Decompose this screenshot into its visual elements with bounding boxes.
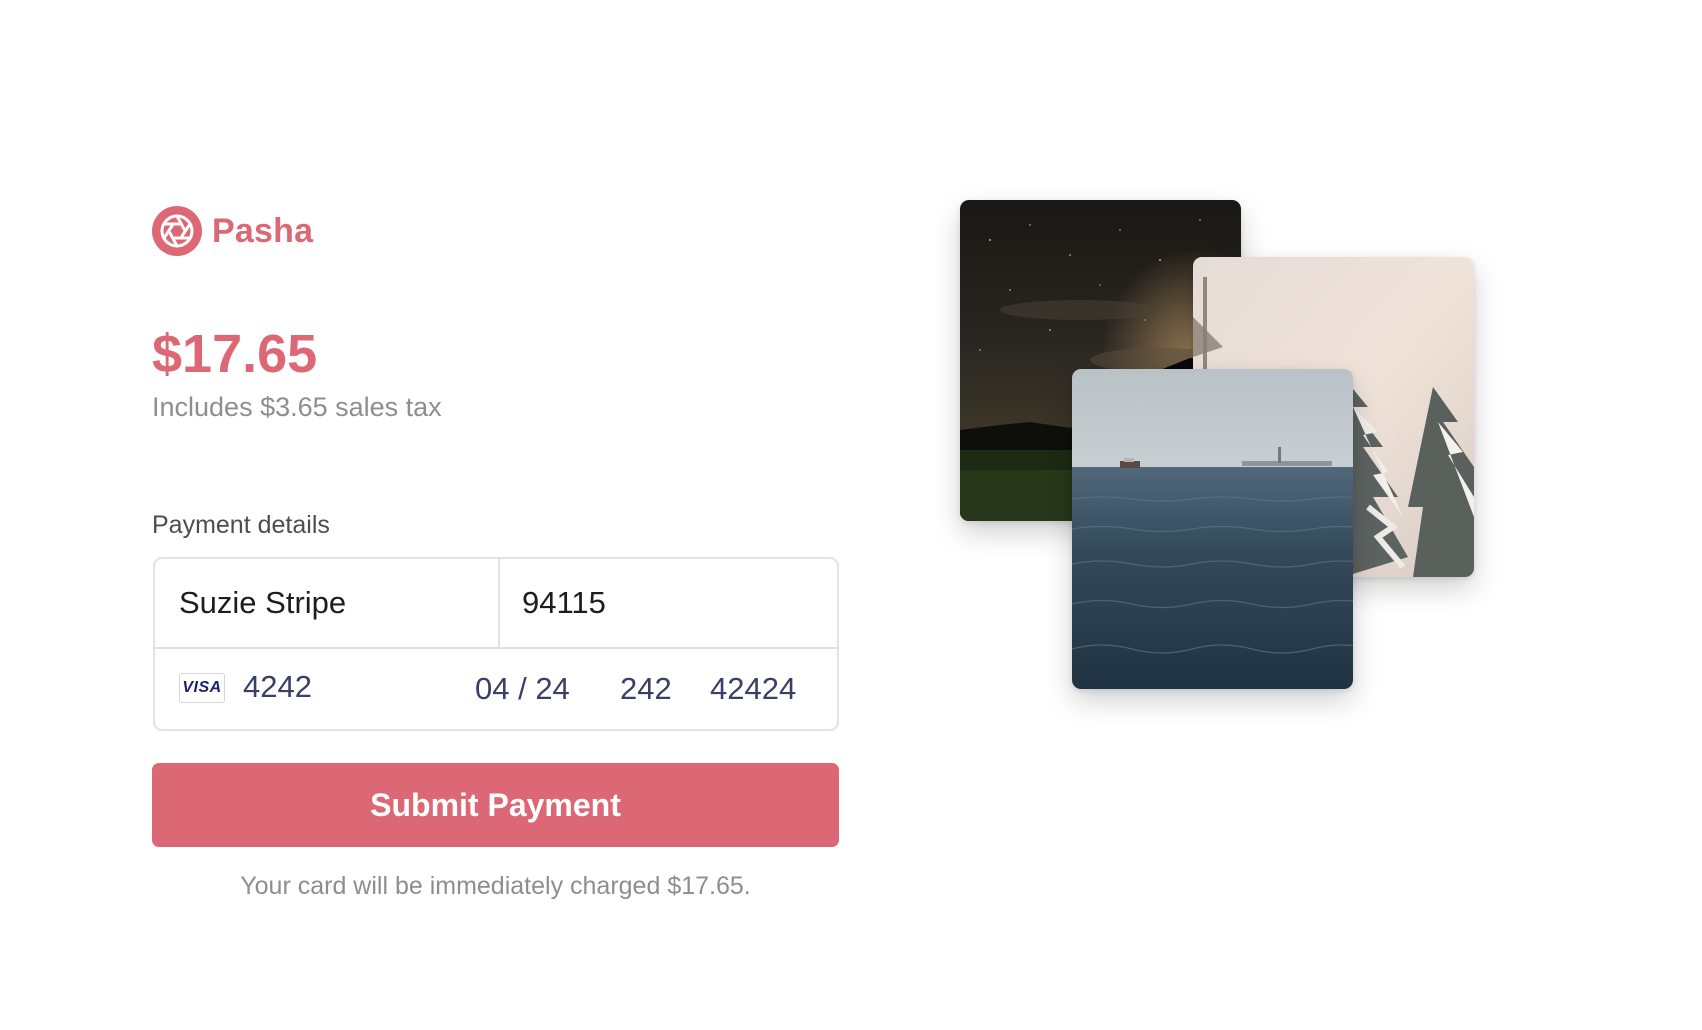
charge-note: Your card will be immediately charged $1… <box>240 872 751 900</box>
total-amount: $17.65 <box>152 324 318 384</box>
cardholder-name-field[interactable]: Suzie Stripe <box>179 585 346 621</box>
submit-payment-button[interactable]: Submit Payment <box>152 763 839 847</box>
billing-zip-field[interactable]: 94115 <box>522 585 606 621</box>
brand: Pasha <box>152 206 313 256</box>
field-divider <box>498 559 500 647</box>
checkout-page: Pasha $17.65 Includes $3.65 sales tax Pa… <box>0 0 1702 1030</box>
visa-card-icon: VISA <box>179 673 225 703</box>
aperture-icon <box>152 206 202 256</box>
card-cvc-field[interactable]: 242 <box>620 671 672 707</box>
payment-form: Suzie Stripe 94115 VISA 4242 04 / 24 242… <box>153 557 839 731</box>
tax-note: Includes $3.65 sales tax <box>152 392 442 422</box>
payment-details-label: Payment details <box>152 511 330 539</box>
card-number-field[interactable]: 4242 <box>243 669 312 705</box>
card-row[interactable]: VISA 4242 04 / 24 242 42424 <box>155 649 837 729</box>
brand-name: Pasha <box>212 211 314 250</box>
billing-row: Suzie Stripe 94115 <box>155 559 837 649</box>
card-postal-field[interactable]: 42424 <box>710 671 796 707</box>
card-expiry-field[interactable]: 04 / 24 <box>475 671 570 707</box>
ocean-statue-photo <box>1072 369 1353 689</box>
